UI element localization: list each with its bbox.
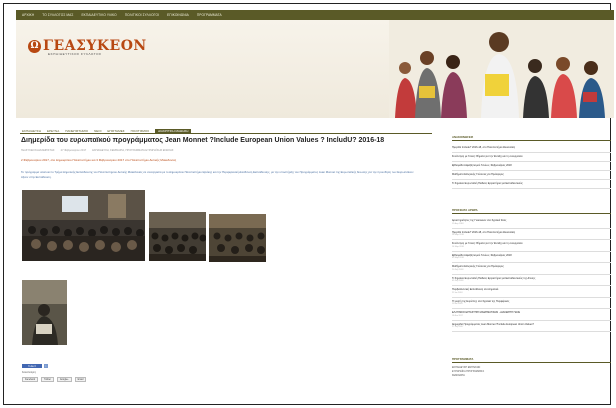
latest-heading: ΠΡΟΣΦΑΤΑ ΑΡΘΡΑ <box>452 208 611 214</box>
program-link[interactable]: ΣΕΜΙΝΑΡΙΑ <box>452 374 611 378</box>
article-paragraph: Το πρόγραμμα υλοποιεί το Τμήμα Δημοτικής… <box>21 170 414 179</box>
sidebar-latest: ΠΡΟΣΦΑΤΑ ΑΡΘΡΑ Δραστηριότητες της Γεασυκ… <box>452 208 611 332</box>
latest-item-date: 22 Ιαν 2018 <box>452 291 463 294</box>
article-lead: 2 Φεβρουαρίου 2017, στο Δημοκρίτειο Πανε… <box>21 158 177 162</box>
header-people-image <box>389 20 614 118</box>
latest-item-date: 27 Φεβ 2017 <box>452 326 464 328</box>
latest-item[interactable]: Τι Σημαίνει Ευρωπαϊκή Παιδεία; Εργαστήρι… <box>452 275 611 286</box>
event-photo-1[interactable] <box>22 190 145 261</box>
announcements-heading: ΑΝΑΚΟΙΝΩΣΕΙΣ <box>452 135 611 141</box>
latest-item[interactable]: Ημερίδα Include? 2016-18, στο Πανεπιστήμ… <box>452 229 611 240</box>
tab-learning[interactable]: ΔΙΑΚΡΙΤΙΚΗ ΜΑΘΗΣΗ <box>155 128 192 133</box>
nav-item-association[interactable]: ΤΟ ΣΥΛΛΟΓΟΣ ΜΑΣ <box>42 13 73 17</box>
latest-item[interactable]: Συνάντηση με Γονείς: Βήματα για την Έντα… <box>452 240 611 252</box>
latest-item-title[interactable]: ΕΛΛΗΝΙΚΟ ΕΡΓΑΣΤΗΡΙ ΜΑΘΗΜΑΤΙΚΩΝ - ΔΙΑΚΕΡΠ… <box>452 311 520 314</box>
share-buttons: Facebook Twitter Google+ Email <box>22 377 87 382</box>
latest-item-date: 05 Φεβ 2018 <box>452 280 464 282</box>
announcement-item[interactable]: Τι Σημαίνει Ευρωπαϊκή Παιδεία; Εργαστήρι… <box>452 180 611 189</box>
share-email-button[interactable]: Email <box>74 377 87 382</box>
sidebar-announcements: ΑΝΑΚΟΙΝΩΣΕΙΣ Ημερίδα Include? 2016-18, σ… <box>452 135 611 189</box>
meta-author[interactable]: ΓΕΑΣΥΚΕΟΝ ΔΙΑΧΕΙΡΙΣΤΗΣ <box>21 149 55 152</box>
share-facebook-button[interactable]: Facebook <box>22 377 39 382</box>
announcement-item[interactable]: Μαθήματα Ελληνικής Γλώσσας για Πρόσφυγες <box>452 171 611 180</box>
article-meta: ΓΕΑΣΥΚΕΟΝ ΔΙΑΧΕΙΡΙΣΤΗΣ 27 Φεβρουαρίου 20… <box>21 149 173 152</box>
latest-item[interactable]: Η γιορτή της Ευρώπης στα Σχολεία της Περ… <box>452 298 611 309</box>
announcement-item[interactable]: Ημερίδα Include? 2016-18, στο Πανεπιστήμ… <box>452 144 611 153</box>
event-photo-4[interactable] <box>22 280 67 345</box>
social-share-counters: f Like 0 t <box>22 364 48 368</box>
latest-item-date: 20 Φεβ 2018 <box>452 268 464 271</box>
tab-youth[interactable]: ΝΕΟΙ <box>94 129 101 133</box>
nav-item-clubs[interactable]: ΠΟΛΙΤΙΚΟΙ ΣΥΛΛΟΓΟΙ <box>125 13 159 17</box>
logo-tagline: ΕΚΠΑΙΔΕΥΤΙΚΟΣ ΣΥΛΛΟΓΟΣ <box>48 52 102 56</box>
twitter-icon[interactable]: t <box>44 364 48 368</box>
latest-item-date: 10 Ιαν 2018 <box>452 303 463 305</box>
nav-item-material[interactable]: ΕΚΠΑΙΔΕΥΤΙΚΟ ΥΛΙΚΟ <box>81 13 116 17</box>
latest-item-date: 18 Δεκ 2017 <box>452 314 463 317</box>
tab-university[interactable]: ΠΑΝΕΠΙΣΤΗΜΙΟ <box>65 129 88 133</box>
facebook-like-button[interactable]: f Like 0 <box>22 364 42 368</box>
logo-mark: Ω <box>28 39 41 53</box>
latest-item-title[interactable]: Μαθήματα Ελληνικής Γλώσσας για Πρόσφυγες <box>452 265 504 268</box>
latest-item-date: 28 Μαρ 2018 <box>452 234 464 236</box>
latest-item-title[interactable]: Συνάντηση με Γονείς: Βήματα για την Έντα… <box>452 242 522 245</box>
share-heading: Κοινοποίηση: <box>22 371 37 374</box>
latest-item[interactable]: Διημερίδα Προγράμματος Jean Monnet ?Incl… <box>452 321 611 332</box>
latest-item-title[interactable]: Τι Σημαίνει Ευρωπαϊκή Παιδεία; Εργαστήρι… <box>452 277 535 280</box>
nav-item-home[interactable]: ΑΡΧΙΚΗ <box>22 13 34 17</box>
latest-item-date: 14 Μαρ 2018 <box>452 245 464 248</box>
site-header: Ω ΓΕΑΣΥΚΕΟΝ ΕΚΠΑΙΔΕΥΤΙΚΟΣ ΣΥΛΛΟΓΟΣ <box>16 20 614 118</box>
event-photo-3[interactable] <box>209 214 266 262</box>
latest-item[interactable]: ΕΛΛΗΝΙΚΟ ΕΡΓΑΣΤΗΡΙ ΜΑΘΗΜΑΤΙΚΩΝ - ΔΙΑΚΕΡΠ… <box>452 309 611 321</box>
share-twitter-button[interactable]: Twitter <box>41 377 54 382</box>
latest-item-title[interactable]: Περιβαλλοντική Εκπαίδευση στο Δημοτικό <box>452 288 498 291</box>
latest-item-date: 12 Απρ 2018 <box>452 222 464 225</box>
meta-date: 27 Φεβρουαρίου 2017 <box>60 149 87 152</box>
top-navigation: ΑΡΧΙΚΗ ΤΟ ΣΥΛΛΟΓΟΣ ΜΑΣ ΕΚΠΑΙΔΕΥΤΙΚΟ ΥΛΙΚ… <box>16 10 614 20</box>
tab-education[interactable]: ΕΚΠΑΙΔΕΥΣΗ <box>22 129 41 133</box>
programs-heading: ΠΡΟΓΡΑΜΜΑΤΑ <box>452 357 611 363</box>
category-tabs: ΕΚΠΑΙΔΕΥΣΗ ΕΡΕΥΝΑ ΠΑΝΕΠΙΣΤΗΜΙΟ ΝΕΟΙ ΕΠΙΣ… <box>20 128 432 134</box>
latest-item[interactable]: Μαθήματα Ελληνικής Γλώσσας για Πρόσφυγες… <box>452 263 611 275</box>
latest-item[interactable]: Δραστηριότητες της Γεασυκεον στο Σχολικό… <box>452 217 611 229</box>
nav-item-programs[interactable]: ΠΡΟΓΡΑΜΜΑΤΑ <box>197 13 222 17</box>
announcement-item[interactable]: Συνάντηση με Γονείς: Βήματα για την Έντα… <box>452 153 611 162</box>
latest-item[interactable]: Εβδομάδα Αλφαβητισμού Γονέων, Φεβρουάριο… <box>452 252 611 263</box>
nav-item-contact[interactable]: ΕΠΙΚΟΙΝΩΝΙΑ <box>167 13 189 17</box>
tab-culture[interactable]: ΠΟΛΙΤΙΣΜΟΣ <box>131 129 150 133</box>
site-logo[interactable]: Ω ΓΕΑΣΥΚΕΟΝ ΕΚΠΑΙΔΕΥΤΙΚΟΣ ΣΥΛΛΟΓΟΣ <box>28 37 147 56</box>
sidebar-programs: ΠΡΟΓΡΑΜΜΑΤΑ ΕΚΠΑΙΔΕΥΣΗ ΕΝΗΛΙΚΩΝ ΕΥΡΩΠΑΪΚ… <box>452 357 611 378</box>
article-title: Διημερίδα του ευρωπαϊκού προγράμματος Je… <box>21 137 385 144</box>
share-google-button[interactable]: Google+ <box>56 377 72 382</box>
meta-category[interactable]: ΕΚΠΑΙΔΕΥΣΗ, ΣΕΜΙΝΑΡΙΑ, ΠΡΟΓΡΑΜΜΑΤΑ ΕΥΡΩΠ… <box>92 149 173 152</box>
tab-research[interactable]: ΕΡΕΥΝΑ <box>47 129 59 133</box>
latest-item[interactable]: Περιβαλλοντική Εκπαίδευση στο Δημοτικό 22… <box>452 286 611 298</box>
latest-item-title[interactable]: Δραστηριότητες της Γεασυκεον στο Σχολικό… <box>452 219 506 222</box>
event-photo-2[interactable] <box>149 212 206 261</box>
latest-item-title[interactable]: Διημερίδα Προγράμματος Jean Monnet ?Incl… <box>452 323 534 326</box>
latest-item-date: 02 Μαρ 2018 <box>452 257 464 259</box>
tab-sciences[interactable]: ΕΠΙΣΤΗΜΕΣ <box>107 129 124 133</box>
announcement-item[interactable]: Εβδομάδα Αλφαβητισμού Γονέων, Φεβρουάριο… <box>452 162 611 171</box>
